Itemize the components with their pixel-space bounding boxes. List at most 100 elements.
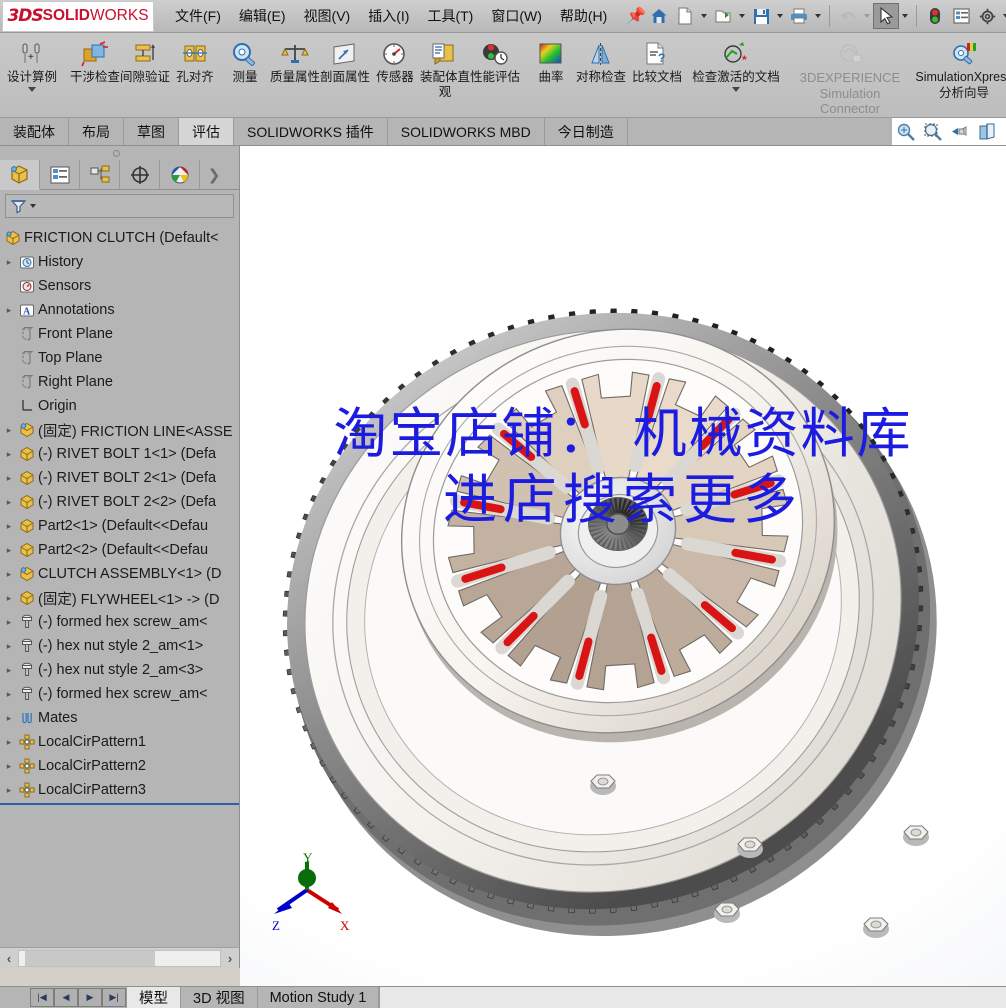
tree-expand-arrow-icon[interactable]: ▸ (2, 425, 16, 436)
performance-evaluation-button[interactable]: 性能评估 (470, 35, 520, 85)
design-study-button-dropdown-caret-icon[interactable] (28, 87, 36, 92)
tree-item-formed-hex-screw-am-b[interactable]: ▸ (-) formed hex screw_am< (0, 682, 239, 706)
tree-item-right-plane[interactable]: Right Plane (0, 370, 239, 394)
bottom-tab-3d-views[interactable]: 3D 视图 (181, 987, 258, 1008)
scroll-left-arrow-icon[interactable]: ‹ (0, 949, 18, 968)
section-view-icon[interactable] (973, 119, 1000, 145)
menu-edit[interactable]: 编辑(E) (230, 1, 295, 31)
menu-help[interactable]: 帮助(H) (551, 1, 616, 31)
tab-solidworks-addins[interactable]: SOLIDWORKS 插件 (234, 118, 388, 145)
scroll-track[interactable] (18, 949, 221, 967)
new-document-dropdown-caret-icon[interactable] (701, 14, 708, 18)
tab-manufacturing-today[interactable]: 今日制造 (545, 118, 628, 145)
tree-expand-arrow-icon[interactable]: ▸ (2, 785, 16, 796)
tree-item-history[interactable]: ▸ History (0, 250, 239, 274)
curvature-button[interactable]: 曲率 (526, 35, 576, 85)
tree-expand-arrow-icon[interactable]: ▸ (2, 473, 16, 484)
tree-expand-arrow-icon[interactable]: ▸ (2, 545, 16, 556)
menu-file[interactable]: 文件(F) (166, 1, 230, 31)
mass-properties-button[interactable]: 质量属性 (270, 35, 320, 85)
tree-item-flywheel-1[interactable]: ▸ (固定) FLYWHEEL<1> -> (D (0, 586, 239, 610)
tab-sketch[interactable]: 草图 (124, 118, 179, 145)
tree-item-part2-1[interactable]: ▸ Part2<1> (Default<<Defau (0, 514, 239, 538)
solidworks-logo[interactable]: 3DS SOLID WORKS (2, 0, 154, 32)
compare-documents-button[interactable]: ? 比较文档 (632, 35, 682, 85)
tree-item-annotations[interactable]: ▸ A Annotations (0, 298, 239, 322)
tree-item-hex-nut-style-2-am-1[interactable]: ▸ (-) hex nut style 2_am<1> (0, 634, 239, 658)
feature-manager-tree-tab[interactable] (0, 160, 40, 190)
undo-icon[interactable] (835, 3, 861, 29)
check-active-document-button-dropdown-caret-icon[interactable] (732, 87, 740, 92)
symmetry-check-button[interactable]: 对称检查 (576, 35, 626, 85)
tree-expand-arrow-icon[interactable]: ▸ (2, 665, 16, 676)
open-document-icon[interactable] (710, 3, 736, 29)
tab-layout[interactable]: 布局 (69, 118, 124, 145)
tree-expand-arrow-icon[interactable]: ▸ (2, 569, 16, 580)
sensor-button[interactable]: 传感器 (370, 35, 420, 85)
tree-item-top-plane[interactable]: Top Plane (0, 346, 239, 370)
tree-expand-arrow-icon[interactable]: ▸ (2, 737, 16, 748)
more-tabs-chevron-icon[interactable]: ❯ (200, 160, 228, 190)
zoom-to-fit-icon[interactable] (892, 119, 919, 145)
save-dropdown-caret-icon[interactable] (777, 14, 784, 18)
tree-item-front-plane[interactable]: Front Plane (0, 322, 239, 346)
tree-item-sensors[interactable]: Sensors (0, 274, 239, 298)
tree-item-friction-line[interactable]: ▸ (固定) FRICTION LINE<ASSE (0, 418, 239, 442)
clearance-verification-button[interactable]: 间隙验证 (120, 35, 170, 85)
print-icon[interactable] (786, 3, 812, 29)
print-dropdown-caret-icon[interactable] (815, 14, 822, 18)
go-first-button[interactable]: |◀ (30, 988, 54, 1007)
section-properties-button[interactable]: 剖面属性 (320, 35, 370, 85)
zoom-to-area-icon[interactable] (919, 119, 946, 145)
rebuild-status-icon[interactable] (922, 3, 948, 29)
tree-item-formed-hex-screw-am-a[interactable]: ▸ (-) formed hex screw_am< (0, 610, 239, 634)
pushpin-icon[interactable]: 📌 (626, 6, 646, 26)
hole-alignment-button[interactable]: 孔对齐 (170, 35, 220, 85)
tree-item-mates[interactable]: ▸ Mates (0, 706, 239, 730)
tree-item-rivet-bolt-2-2[interactable]: ▸ (-) RIVET BOLT 2<2> (Defa (0, 490, 239, 514)
tree-item-localcirpattern1[interactable]: ▸ LocalCirPattern1 (0, 730, 239, 754)
go-next-button[interactable]: ▶ (78, 988, 102, 1007)
bottom-tab-motion-study-1[interactable]: Motion Study 1 (258, 987, 380, 1008)
tab-solidworks-mbd[interactable]: SOLIDWORKS MBD (388, 118, 545, 145)
tree-root-friction-clutch[interactable]: FRICTION CLUTCH (Default< (0, 226, 239, 250)
settings-gear-icon[interactable] (974, 3, 1000, 29)
tree-horizontal-scrollbar[interactable]: ‹ › (0, 947, 239, 968)
tree-expand-arrow-icon[interactable]: ▸ (2, 713, 16, 724)
tree-expand-arrow-icon[interactable]: ▸ (2, 641, 16, 652)
panel-collapse-handle-icon[interactable] (113, 150, 120, 157)
graphics-viewport[interactable]: 淘宝店铺： 机械资料库 进店搜索更多 X Z Y (240, 146, 1006, 986)
scroll-thumb[interactable] (25, 950, 155, 966)
bottom-tab-model[interactable]: 模型 (126, 987, 181, 1008)
property-manager-tab[interactable] (40, 160, 80, 190)
go-last-button[interactable]: ▶| (102, 988, 126, 1007)
open-document-dropdown-caret-icon[interactable] (739, 14, 746, 18)
menu-window[interactable]: 窗口(W) (482, 1, 551, 31)
filter-dropdown-caret-icon[interactable] (30, 204, 36, 208)
tree-expand-arrow-icon[interactable]: ▸ (2, 761, 16, 772)
filter-funnel-icon[interactable] (10, 198, 28, 214)
menu-tools[interactable]: 工具(T) (418, 1, 482, 31)
panel-splitter[interactable] (0, 146, 239, 160)
tree-expand-arrow-icon[interactable]: ▸ (2, 257, 16, 268)
menu-insert[interactable]: 插入(I) (359, 1, 418, 31)
previous-view-icon[interactable] (946, 119, 973, 145)
dimxpert-manager-tab[interactable] (120, 160, 160, 190)
tab-assembly[interactable]: 装配体 (0, 118, 69, 145)
tree-item-origin[interactable]: Origin (0, 394, 239, 418)
tree-item-hex-nut-style-2-am-3[interactable]: ▸ (-) hex nut style 2_am<3> (0, 658, 239, 682)
select-cursor-icon[interactable] (873, 3, 900, 29)
tree-expand-arrow-icon[interactable]: ▸ (2, 593, 16, 604)
tree-expand-arrow-icon[interactable]: ▸ (2, 449, 16, 460)
save-icon[interactable] (748, 3, 774, 29)
options-list-icon[interactable] (948, 3, 974, 29)
tree-item-part2-2[interactable]: ▸ Part2<2> (Default<<Defau (0, 538, 239, 562)
select-cursor-dropdown-caret-icon[interactable] (902, 14, 909, 18)
tab-evaluate[interactable]: 评估 (179, 118, 234, 145)
tree-item-localcirpattern2[interactable]: ▸ LocalCirPattern2 (0, 754, 239, 778)
check-active-document-button[interactable]: * 检查激活的文档 (682, 35, 790, 92)
display-manager-tab[interactable] (160, 160, 200, 190)
menu-view[interactable]: 视图(V) (295, 1, 360, 31)
tree-expand-arrow-icon[interactable]: ▸ (2, 497, 16, 508)
configuration-manager-tab[interactable] (80, 160, 120, 190)
